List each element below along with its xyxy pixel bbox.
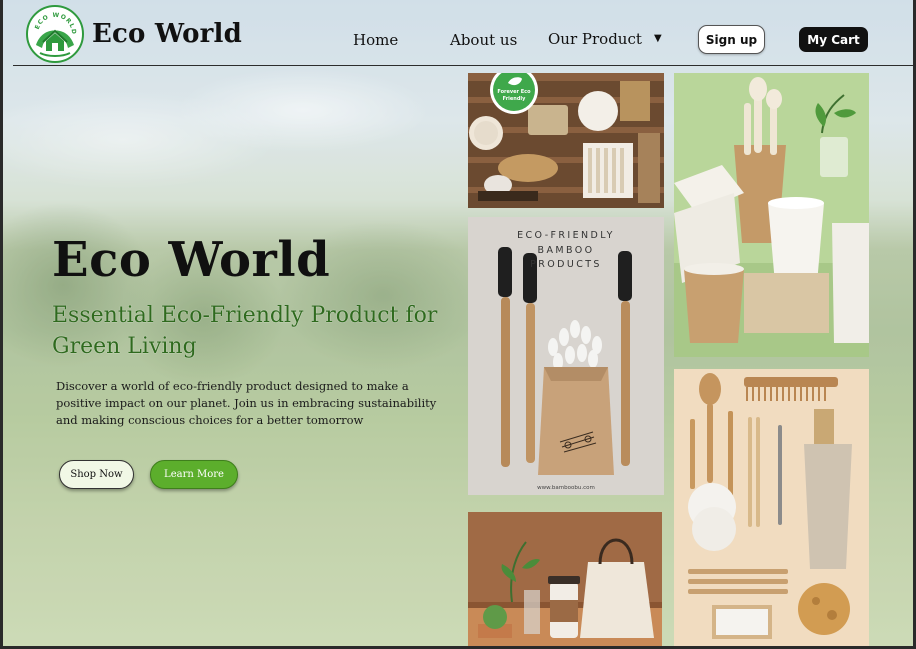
header-divider — [13, 65, 913, 66]
shop-now-button[interactable]: Shop Now — [59, 460, 134, 489]
product-image-bath-set[interactable]: Forever Eco Friendly — [468, 73, 664, 208]
product-image-bamboo[interactable]: ECO-FRIENDLY BAMBOO PRODUCTS www.bamboob… — [468, 217, 664, 495]
eco-house-leaf-icon: ECO WORLD — [34, 12, 76, 57]
nav-our-product[interactable]: Our Product — [548, 30, 642, 48]
nav-home[interactable]: Home — [353, 31, 398, 49]
bamboo-heading: ECO-FRIENDLY BAMBOO PRODUCTS — [468, 229, 664, 273]
badge-line-2: Friendly — [502, 96, 526, 102]
logo[interactable]: ECO WORLD — [26, 5, 84, 63]
eco-badge: Forever Eco Friendly — [491, 89, 537, 103]
hero-description: Discover a world of eco-friendly product… — [56, 379, 437, 427]
product-image-utensils[interactable] — [674, 369, 869, 646]
site-header: ECO WORLD Eco World Home About us Our Pr… — [3, 0, 913, 66]
sign-up-button[interactable]: Sign up — [698, 25, 765, 54]
bamboo-url: www.bamboobu.com — [537, 485, 595, 491]
brand-name[interactable]: Eco World — [92, 19, 242, 49]
product-image-cups[interactable] — [674, 73, 869, 357]
bamboo-line-3: PRODUCTS — [530, 259, 602, 270]
my-cart-button[interactable]: My Cart — [799, 27, 868, 52]
nav-about-us[interactable]: About us — [450, 31, 517, 49]
bamboo-line-2: BAMBOO — [537, 244, 595, 256]
learn-more-button[interactable]: Learn More — [150, 460, 238, 489]
hero-subtitle: Essential Eco-Friendly Product for Green… — [52, 303, 438, 359]
badge-line-1: Forever Eco — [497, 89, 531, 95]
product-image-tote[interactable] — [468, 512, 662, 646]
bamboo-line-1: ECO-FRIENDLY — [517, 230, 615, 241]
caret-down-icon[interactable]: ▼ — [654, 33, 662, 44]
page-frame: ECO WORLD Eco World Home About us Our Pr… — [0, 0, 916, 649]
hero-title: Eco World — [52, 232, 331, 288]
